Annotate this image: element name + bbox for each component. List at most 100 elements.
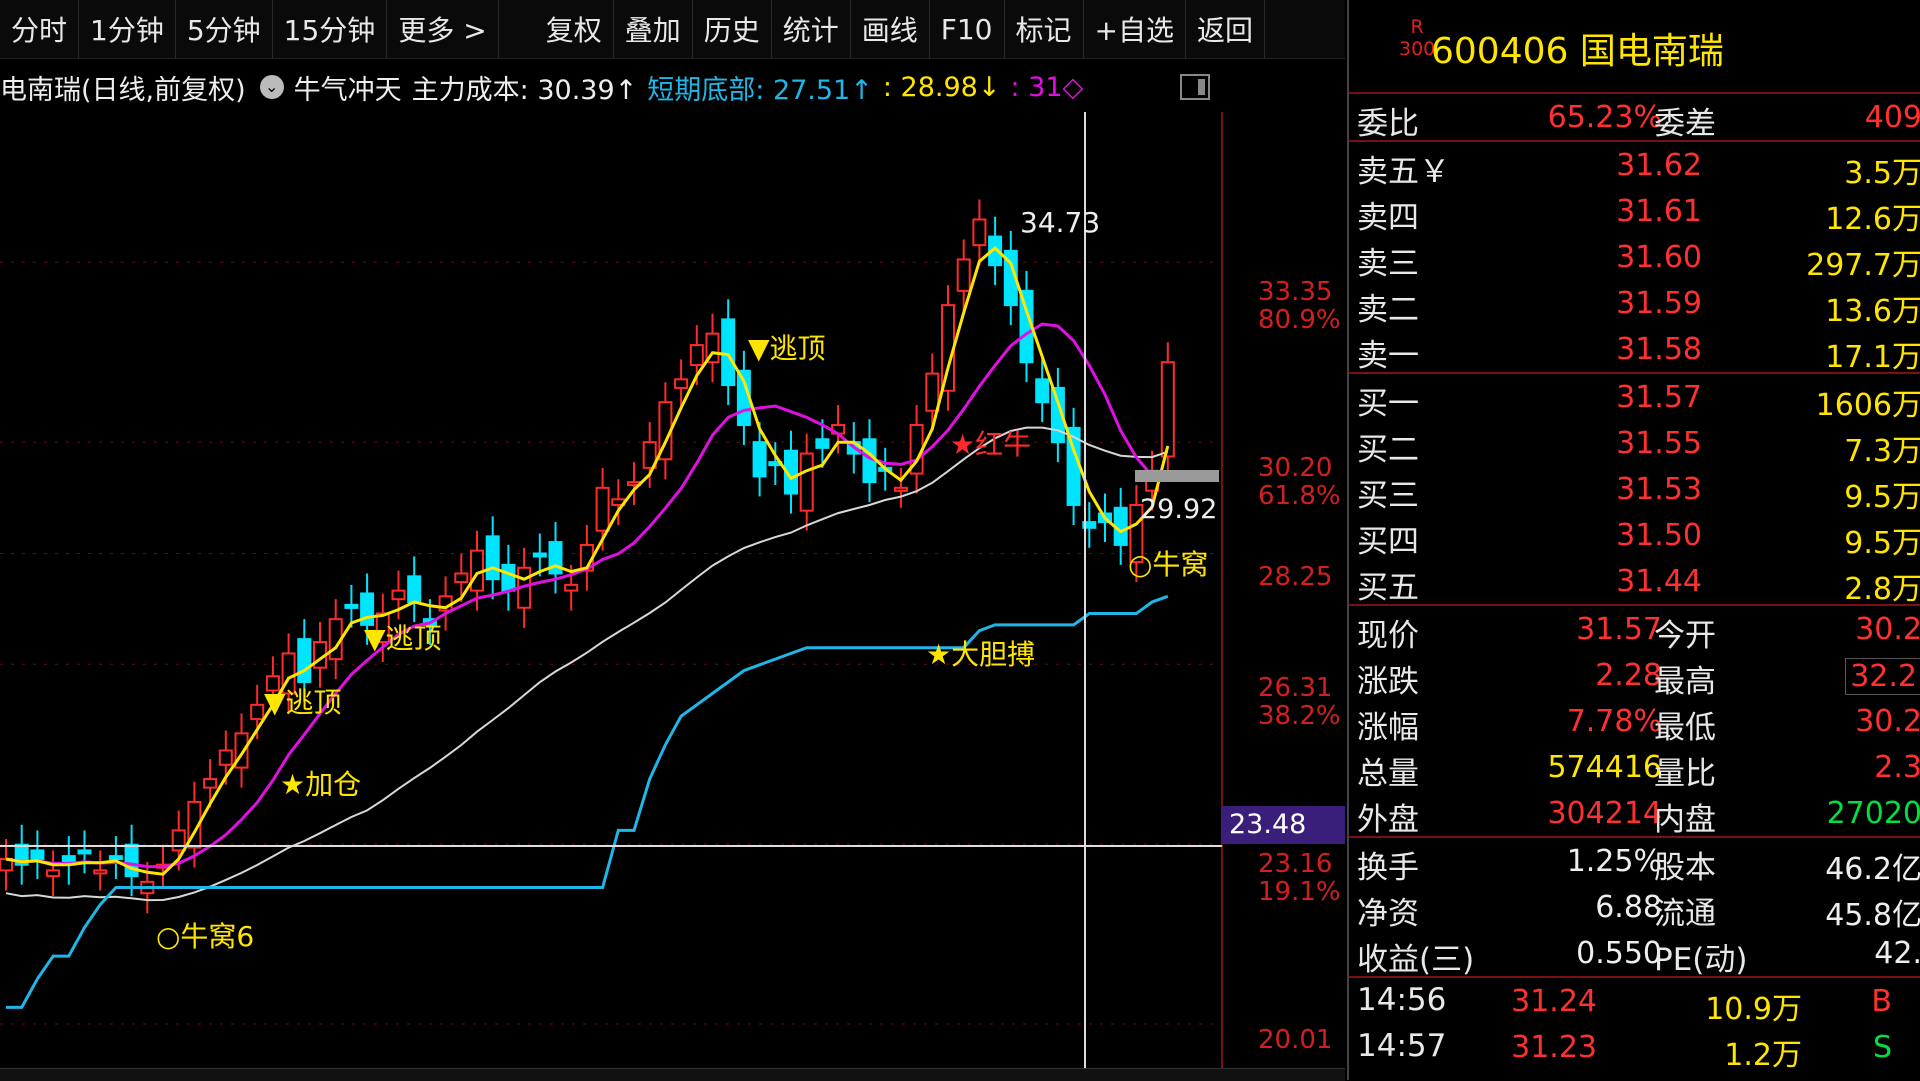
sell-price: 31.61	[1616, 194, 1702, 229]
axis-price-3: 28.25	[1258, 562, 1333, 592]
candle-body	[595, 486, 610, 532]
main-cost-value: 主力成本: 30.39↑	[411, 74, 638, 106]
candle-body	[1035, 378, 1050, 404]
sell-volume: 17.1万	[1825, 340, 1920, 375]
stat-label: 量比	[1654, 756, 1716, 792]
sell-level-label: 卖四	[1357, 200, 1419, 236]
indicator-name[interactable]: 牛气冲天	[294, 68, 402, 107]
mark-button[interactable]: 标记	[1005, 0, 1084, 58]
candle-body	[391, 589, 406, 601]
sell-price: 31.58	[1616, 332, 1702, 367]
sell-orders: 卖五￥ 31.62 3.5万 卖四 31.61 12.6万 卖三 31.60 297.7万 卖二 3…	[1349, 142, 1920, 375]
candle-body	[925, 372, 940, 412]
candle-body	[1160, 361, 1175, 458]
axis-price-4: 26.31 38.2%	[1258, 673, 1341, 731]
buy-row: 买四 31.50 9.5万	[1349, 512, 1920, 561]
sell-volume: 13.6万	[1825, 294, 1920, 329]
f10-button[interactable]: F10	[930, 0, 1005, 58]
ma20-line	[5, 322, 1168, 869]
history-button[interactable]: 历史	[693, 0, 772, 58]
stock-code-name[interactable]: 600406 国电南瑞	[1431, 22, 1724, 74]
tick-price: 31.23	[1511, 1030, 1597, 1065]
candlestick-series	[0, 199, 1175, 914]
buy-level-label: 买四	[1357, 524, 1419, 560]
buy-price: 31.57	[1616, 380, 1702, 415]
chevron-down-icon[interactable]: ⌄	[259, 75, 284, 99]
tab-intraday[interactable]: 分时	[0, 0, 80, 58]
stat-label: 今开	[1654, 618, 1716, 654]
stat-row: 现价 31.57 今开 30.2	[1349, 606, 1920, 654]
buy-level-label: 买一	[1357, 386, 1419, 422]
stat-value: 31.57	[1576, 612, 1662, 647]
tick-row: 14:56 31.24 10.9万 B	[1349, 978, 1920, 1027]
bold-bet-signal: ★大胆搏	[926, 638, 1035, 671]
short-bottom-value: 短期底部: 27.51↑	[647, 74, 873, 106]
tab-1min[interactable]: 1分钟	[79, 0, 176, 58]
order-ratio-row: 委比 65.23% 委差 409	[1349, 94, 1920, 142]
axis-price-1: 33.35 80.9%	[1258, 277, 1341, 335]
stat-value: 7.78%	[1566, 704, 1662, 739]
sell-row: 卖四 31.61 12.6万	[1349, 188, 1920, 237]
back-button[interactable]: 返回	[1186, 0, 1265, 58]
stat-label: 总量	[1357, 756, 1419, 792]
buy-row: 买一 31.57 1606万	[1349, 374, 1920, 423]
add-watchlist-button[interactable]: +自选	[1084, 0, 1186, 58]
stat-label: 换手	[1357, 850, 1419, 886]
date-axis-bar	[0, 1068, 1345, 1081]
stat-value: 27020	[1826, 796, 1920, 831]
candle-body	[407, 575, 422, 604]
panel-toggle-icon[interactable]	[1180, 74, 1210, 100]
candle-body	[203, 778, 218, 789]
buy-volume: 9.5万	[1844, 480, 1920, 515]
quote-panel: R 300 600406 国电南瑞 委比 65.23% 委差 409 卖五￥ 31.…	[1347, 0, 1920, 1080]
candle-body	[532, 552, 547, 558]
stat-value: 42.	[1874, 936, 1920, 971]
draw-line-button[interactable]: 画线	[851, 0, 930, 58]
tab-5min[interactable]: 5分钟	[176, 0, 273, 58]
crosshair-price-label: 23.48	[1221, 806, 1345, 844]
adjust-button[interactable]: 复权	[535, 0, 614, 58]
stat-row: 换手 1.25% 股本 46.2亿	[1349, 838, 1920, 887]
candle-body	[108, 855, 123, 861]
indicator-value-3: : 28.98↓	[882, 71, 1001, 103]
overlay-button[interactable]: 叠加	[614, 0, 693, 58]
indicator-info-row: 电南瑞(日线,前复权) ⌄ 牛气冲天 主力成本: 30.39↑ 短期底部: 27…	[0, 62, 1210, 112]
buy-volume: 7.3万	[1844, 434, 1920, 469]
candle-body	[721, 318, 736, 387]
tab-15min[interactable]: 15分钟	[273, 0, 388, 58]
tick-price: 31.24	[1511, 984, 1597, 1019]
axis-price-2: 30.20 61.8%	[1258, 453, 1341, 511]
stat-value: 304214	[1547, 796, 1662, 831]
kline-chart[interactable]: 34.73 29.92 ▼逃顶 ▼逃顶 ▼逃顶 ★加仓 ★红牛 ★大胆搏 ○牛窝…	[0, 112, 1345, 1068]
indicator-value-4: : 31◇	[1010, 71, 1084, 103]
quote-header: R 300 600406 国电南瑞	[1349, 0, 1920, 94]
stat-label: PE(动)	[1654, 942, 1748, 978]
stat-value: 45.8亿	[1825, 898, 1920, 933]
candle-body	[893, 486, 908, 492]
buy-row: 买二 31.55 7.3万	[1349, 420, 1920, 469]
buy-row: 买五 31.44 2.8万	[1349, 558, 1920, 607]
sell-price: 31.59	[1616, 286, 1702, 321]
candle-body	[344, 603, 359, 609]
tab-more[interactable]: 更多 >	[387, 0, 499, 58]
sell-row: 卖三 31.60 297.7万	[1349, 234, 1920, 283]
statistics-button[interactable]: 统计	[772, 0, 851, 58]
period-toolbar: 分时 1分钟 5分钟 15分钟 更多 > 复权 叠加 历史 统计 画线 F10 …	[0, 0, 1345, 59]
candle-body	[752, 441, 767, 478]
sell-level-label: 卖二	[1357, 292, 1419, 328]
red-bull-signal: ★红牛	[950, 428, 1031, 461]
chart-title: 电南瑞(日线,前复权)	[0, 74, 246, 106]
tick-volume: 1.2万	[1724, 1038, 1802, 1073]
axis-price-6: 20.01	[1258, 1025, 1333, 1055]
stat-row: 总量 574416 量比 2.3	[1349, 744, 1920, 792]
bull-nest-signal-1: ○牛窝	[1128, 548, 1208, 581]
candle-body	[815, 438, 830, 449]
candle-body	[485, 535, 500, 581]
candle-body	[171, 829, 186, 852]
stat-label: 最高	[1654, 664, 1716, 700]
candle-body	[972, 218, 987, 247]
current-price-marker	[1135, 470, 1219, 482]
sell-volume: 12.6万	[1825, 202, 1920, 237]
stat-label: 净资	[1357, 896, 1419, 932]
buy-price: 31.44	[1616, 564, 1702, 599]
